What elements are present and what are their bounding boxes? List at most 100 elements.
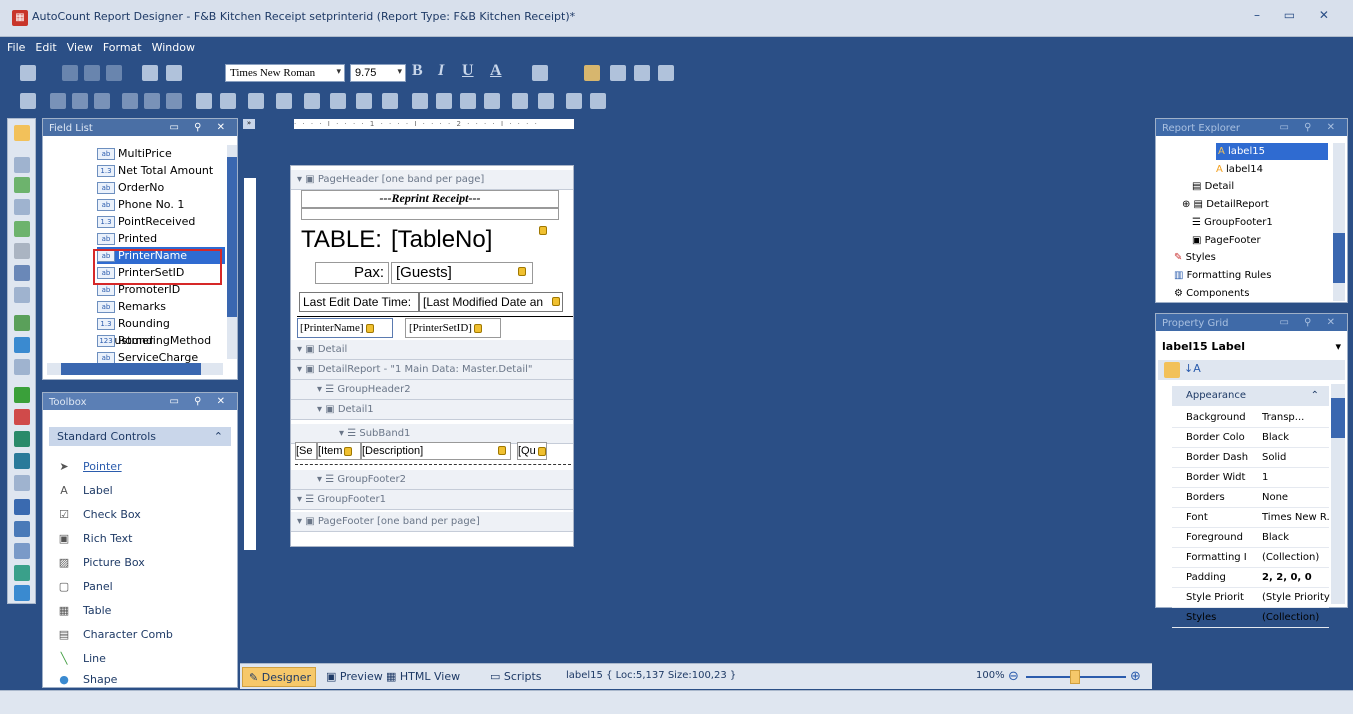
bold-icon[interactable]: B [412,62,423,80]
align-center-icon[interactable] [610,65,626,81]
html-view-tab[interactable]: ▦ HTML View [386,670,460,683]
field-item[interactable]: ab Printed [97,230,225,247]
charcomb-icon[interactable] [14,287,30,303]
table-icon[interactable] [14,265,30,281]
toolbox-item-line[interactable]: ╲ Line [57,652,106,665]
property-row[interactable]: Border Dash Solid [1172,448,1329,468]
field-item[interactable]: ab MultiPrice [97,145,225,162]
toolbox-item-shape[interactable]: ● Shape [57,673,117,685]
center-horizontally-icon[interactable] [512,93,528,109]
printer-set-id-field[interactable]: [PrinterSetID] [405,318,501,338]
description-field[interactable]: [Description] [361,442,511,460]
field-item[interactable]: 1.3 PointReceived [97,213,225,230]
vert-spacing-increase-icon[interactable] [436,93,452,109]
pane-controls-icon[interactable]: ▭ ⚲ ✕ [1279,317,1341,328]
last-edit-caption-label[interactable]: Last Edit Date Time: [299,292,419,312]
bring-to-front-icon[interactable] [566,93,582,109]
tree-item-styles[interactable]: ✎ Styles [1174,249,1216,266]
menu-view[interactable]: View [60,37,96,54]
pax-caption-label[interactable]: Pax: [315,262,389,284]
tree-item-formatting-rules[interactable]: ▥ Formatting Rules [1174,267,1271,284]
menu-file[interactable]: File [0,37,28,54]
font-size-select[interactable]: 9.75 ▾ [350,64,406,82]
band-subband1[interactable]: ▾ ☰ SubBand1 [291,424,573,444]
property-row[interactable]: Styles (Collection) [1172,608,1329,628]
tree-item-label14[interactable]: A label14 [1216,161,1263,178]
horiz-spacing-equal-icon[interactable] [304,93,320,109]
toolbox-item-picturebox[interactable]: ▨ Picture Box [57,556,145,569]
align-centers-icon[interactable] [72,93,88,109]
align-bottoms-icon[interactable] [166,93,182,109]
designer-tab[interactable]: ✎ Designer [242,667,316,687]
categorized-icon[interactable] [1164,362,1180,378]
font-color-icon[interactable]: A [490,62,502,80]
vert-spacing-remove-icon[interactable] [484,93,500,109]
page-break-icon[interactable] [14,499,30,515]
band-detail[interactable]: ▾ ▣ Detail [291,340,573,360]
vert-spacing-decrease-icon[interactable] [460,93,476,109]
property-row[interactable]: Foreground Black [1172,528,1329,548]
tree-item-group-footer1[interactable]: ☰ GroupFooter1 [1192,214,1273,231]
align-to-grid-icon[interactable] [20,93,36,109]
table-no-field[interactable]: [TableNo] [391,224,551,258]
scripts-tab[interactable]: ▭ Scripts [490,670,542,683]
menu-window[interactable]: Window [145,37,198,54]
sort-alpha-icon[interactable]: ↓A [1184,362,1201,375]
italic-icon[interactable]: I [438,62,444,80]
band-group-footer2[interactable]: ▾ ☰ GroupFooter2 [291,470,573,490]
property-row[interactable]: Padding 2, 2, 0, 0 [1172,568,1329,588]
horiz-spacing-remove-icon[interactable] [382,93,398,109]
panel-icon[interactable] [14,243,30,259]
font-name-select[interactable]: Times New Roman ▾ [225,64,345,82]
tree-item-components[interactable]: ⚙ Components [1174,285,1249,302]
redo-icon[interactable] [166,65,182,81]
band-group-footer1[interactable]: ▾ ☰ GroupFooter1 [291,490,573,510]
toolbox-item-charcomb[interactable]: ▤ Character Comb [57,628,173,641]
appearance-category[interactable]: Appearance ⌃ [1172,386,1329,406]
back-color-icon[interactable] [532,65,548,81]
vertical-scrollbar[interactable] [1333,143,1345,301]
toolbox-item-label[interactable]: A Label [57,484,112,497]
align-middles-icon[interactable] [144,93,160,109]
toolbox-item-checkbox[interactable]: ☑ Check Box [57,508,141,521]
pivot-grid-icon[interactable] [14,453,30,469]
property-row[interactable]: Border Colo Black [1172,428,1329,448]
reprint-receipt-label[interactable]: ---Reprint Receipt--- [301,190,559,208]
band-group-header2[interactable]: ▾ ☰ GroupHeader2 [291,380,573,400]
preview-tab[interactable]: ▣ Preview [326,670,383,683]
toolbox-item-table[interactable]: ▦ Table [57,604,112,617]
property-row[interactable]: Border Widt 1 [1172,468,1329,488]
align-right-icon[interactable] [634,65,650,81]
field-item[interactable]: 123 RoundingMethod [97,332,225,349]
richtext-icon[interactable] [14,199,30,215]
blank-label[interactable] [301,208,559,220]
tree-item-label15[interactable]: A label15 [1216,143,1328,160]
paste-icon[interactable] [106,65,122,81]
sparkline-icon[interactable] [14,431,30,447]
gauge-icon[interactable] [14,409,30,425]
printer-name-field[interactable]: [PrinterName] [297,318,393,338]
toc-icon[interactable] [14,543,30,559]
qty-field[interactable]: [Qu [517,442,547,460]
save-icon[interactable] [20,65,36,81]
field-item[interactable]: 1.3 Net Total Amount [97,162,225,179]
band-page-header[interactable]: ▾ ▣ PageHeader [one band per page] [291,170,573,190]
tree-item-detail-report[interactable]: ⊕ ▤ DetailReport [1182,196,1269,213]
cross-band-box-icon[interactable] [14,585,30,601]
copy-icon[interactable] [84,65,100,81]
menu-format[interactable]: Format [96,37,145,54]
window-controls[interactable]: – ▭ ✕ [1254,8,1339,22]
zoom-in-icon[interactable]: ⊕ [1130,669,1141,684]
table-caption-label[interactable]: TABLE: [301,224,383,258]
zoom-slider-thumb[interactable] [1070,670,1080,684]
zoom-out-icon[interactable]: ⊖ [1008,669,1019,684]
property-row[interactable]: Style Priorit (Style Priority) [1172,588,1330,608]
last-modified-field[interactable]: [Last Modified Date an [419,292,563,312]
pane-controls-icon[interactable]: ▭ ⚲ ✕ [1279,122,1341,133]
chart-icon[interactable] [14,387,30,403]
field-item[interactable]: ab Phone No. 1 [97,196,225,213]
guests-field[interactable]: [Guests] [391,262,533,284]
cross-band-line-icon[interactable] [14,565,30,581]
field-item[interactable]: 1.3 Rounding Adjustmer [97,315,225,347]
size-to-grid-icon[interactable] [220,93,236,109]
